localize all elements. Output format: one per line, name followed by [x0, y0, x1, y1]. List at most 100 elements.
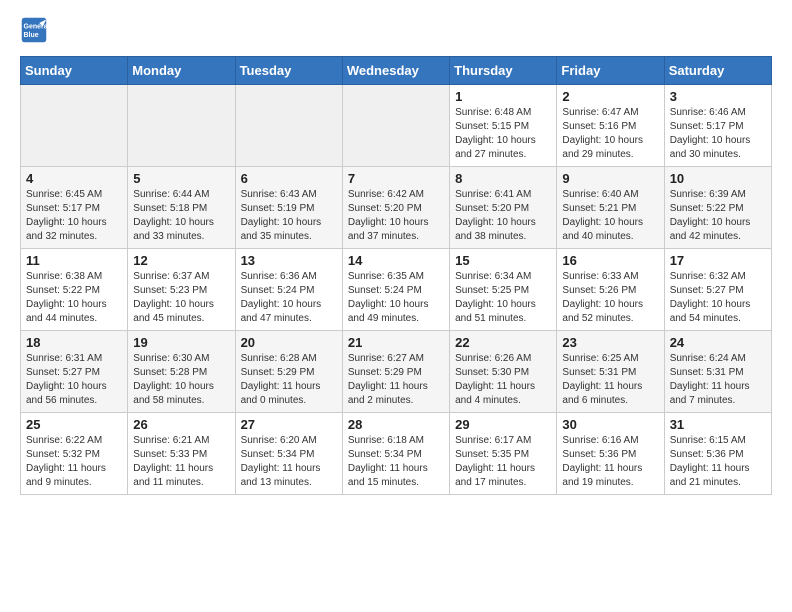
calendar-cell: 8Sunrise: 6:41 AM Sunset: 5:20 PM Daylig…: [450, 167, 557, 249]
day-info: Sunrise: 6:46 AM Sunset: 5:17 PM Dayligh…: [670, 107, 751, 160]
calendar-cell: 1 Sunrise: 6:48 AM Sunset: 5:15 PM Daylig…: [450, 85, 557, 167]
calendar-row-3: 11 Sunrise: 6:38 AM Sunset: 5:22 PM Dayli…: [21, 249, 772, 331]
calendar-cell: 27Sunrise: 6:20 AM Sunset: 5:34 PM Dayli…: [235, 413, 342, 495]
calendar-cell: [342, 85, 449, 167]
calendar-cell: [235, 85, 342, 167]
day-number: 25: [26, 417, 122, 432]
calendar-cell: 28 Sunrise: 6:18 AM Sunset: 5:34 PM Dayli…: [342, 413, 449, 495]
day-number: 8: [455, 171, 551, 186]
calendar-cell: 2 Sunrise: 6:47 AM Sunset: 5:16 PM Daylig…: [557, 85, 664, 167]
day-number: 18: [26, 335, 122, 350]
logo-icon: General Blue: [20, 16, 48, 44]
calendar-cell: 20 Sunrise: 6:28 AM Sunset: 5:29 PM Dayli…: [235, 331, 342, 413]
day-info: Sunrise: 6:18 AM Sunset: 5:34 PM Dayligh…: [348, 435, 428, 488]
weekday-header-row: SundayMondayTuesdayWednesdayThursdayFrid…: [21, 57, 772, 85]
weekday-header-saturday: Saturday: [664, 57, 771, 85]
calendar-cell: 21 Sunrise: 6:27 AM Sunset: 5:29 PM Dayli…: [342, 331, 449, 413]
day-number: 2: [562, 89, 658, 104]
calendar-cell: [128, 85, 235, 167]
day-info: Sunrise: 6:31 AM Sunset: 5:27 PM Dayligh…: [26, 353, 107, 406]
calendar-cell: 25 Sunrise: 6:22 AM Sunset: 5:32 PM Dayli…: [21, 413, 128, 495]
day-info: Sunrise: 6:34 AM Sunset: 5:25 PM Dayligh…: [455, 271, 536, 324]
calendar-cell: 19 Sunrise: 6:30 AM Sunset: 5:28 PM Dayli…: [128, 331, 235, 413]
weekday-header-wednesday: Wednesday: [342, 57, 449, 85]
day-number: 19: [133, 335, 229, 350]
day-info: Sunrise: 6:28 AM Sunset: 5:29 PM Dayligh…: [241, 353, 321, 406]
day-info: Sunrise: 6:44 AM Sunset: 5:18 PM Dayligh…: [133, 189, 214, 242]
day-number: 4: [26, 171, 122, 186]
svg-text:General: General: [24, 23, 49, 30]
day-number: 5: [133, 171, 229, 186]
calendar-cell: 11 Sunrise: 6:38 AM Sunset: 5:22 PM Dayli…: [21, 249, 128, 331]
calendar-cell: 4 Sunrise: 6:45 AM Sunset: 5:17 PM Daylig…: [21, 167, 128, 249]
calendar-cell: 18 Sunrise: 6:31 AM Sunset: 5:27 PM Dayli…: [21, 331, 128, 413]
page-header: General Blue: [20, 16, 772, 44]
day-number: 13: [241, 253, 337, 268]
calendar-table: SundayMondayTuesdayWednesdayThursdayFrid…: [20, 56, 772, 495]
day-info: Sunrise: 6:22 AM Sunset: 5:32 PM Dayligh…: [26, 435, 106, 488]
weekday-header-sunday: Sunday: [21, 57, 128, 85]
day-number: 12: [133, 253, 229, 268]
day-number: 17: [670, 253, 766, 268]
day-info: Sunrise: 6:36 AM Sunset: 5:24 PM Dayligh…: [241, 271, 322, 324]
day-info: Sunrise: 6:24 AM Sunset: 5:31 PM Dayligh…: [670, 353, 750, 406]
day-number: 21: [348, 335, 444, 350]
svg-text:Blue: Blue: [24, 32, 39, 39]
day-info: Sunrise: 6:42 AM Sunset: 5:20 PM Dayligh…: [348, 189, 429, 242]
day-number: 11: [26, 253, 122, 268]
calendar-row-4: 18 Sunrise: 6:31 AM Sunset: 5:27 PM Dayli…: [21, 331, 772, 413]
calendar-row-2: 4 Sunrise: 6:45 AM Sunset: 5:17 PM Daylig…: [21, 167, 772, 249]
day-number: 6: [241, 171, 337, 186]
calendar-row-5: 25 Sunrise: 6:22 AM Sunset: 5:32 PM Dayli…: [21, 413, 772, 495]
calendar-cell: 10 Sunrise: 6:39 AM Sunset: 5:22 PM Dayli…: [664, 167, 771, 249]
calendar-cell: 15Sunrise: 6:34 AM Sunset: 5:25 PM Dayli…: [450, 249, 557, 331]
day-number: 29: [455, 417, 551, 432]
weekday-header-tuesday: Tuesday: [235, 57, 342, 85]
day-info: Sunrise: 6:39 AM Sunset: 5:22 PM Dayligh…: [670, 189, 751, 242]
day-number: 24: [670, 335, 766, 350]
day-number: 14: [348, 253, 444, 268]
day-info: Sunrise: 6:32 AM Sunset: 5:27 PM Dayligh…: [670, 271, 751, 324]
day-info: Sunrise: 6:45 AM Sunset: 5:17 PM Dayligh…: [26, 189, 107, 242]
day-info: Sunrise: 6:48 AM Sunset: 5:15 PM Dayligh…: [455, 107, 536, 160]
day-info: Sunrise: 6:37 AM Sunset: 5:23 PM Dayligh…: [133, 271, 214, 324]
calendar-cell: 12 Sunrise: 6:37 AM Sunset: 5:23 PM Dayli…: [128, 249, 235, 331]
day-number: 16: [562, 253, 658, 268]
day-number: 28: [348, 417, 444, 432]
day-number: 1: [455, 89, 551, 104]
calendar-cell: 31Sunrise: 6:15 AM Sunset: 5:36 PM Dayli…: [664, 413, 771, 495]
day-info: Sunrise: 6:27 AM Sunset: 5:29 PM Dayligh…: [348, 353, 428, 406]
calendar-cell: 29 Sunrise: 6:17 AM Sunset: 5:35 PM Dayli…: [450, 413, 557, 495]
calendar-cell: 6 Sunrise: 6:43 AM Sunset: 5:19 PM Daylig…: [235, 167, 342, 249]
calendar-cell: 5 Sunrise: 6:44 AM Sunset: 5:18 PM Daylig…: [128, 167, 235, 249]
day-info: Sunrise: 6:17 AM Sunset: 5:35 PM Dayligh…: [455, 435, 535, 488]
day-info: Sunrise: 6:33 AM Sunset: 5:26 PM Dayligh…: [562, 271, 643, 324]
calendar-cell: 17 Sunrise: 6:32 AM Sunset: 5:27 PM Dayli…: [664, 249, 771, 331]
logo: General Blue: [20, 16, 52, 44]
day-number: 3: [670, 89, 766, 104]
day-number: 10: [670, 171, 766, 186]
day-info: Sunrise: 6:20 AM Sunset: 5:34 PM Dayligh…: [241, 435, 321, 488]
calendar-cell: 30 Sunrise: 6:16 AM Sunset: 5:36 PM Dayli…: [557, 413, 664, 495]
day-info: Sunrise: 6:30 AM Sunset: 5:28 PM Dayligh…: [133, 353, 214, 406]
weekday-header-thursday: Thursday: [450, 57, 557, 85]
day-info: Sunrise: 6:43 AM Sunset: 5:19 PM Dayligh…: [241, 189, 322, 242]
day-info: Sunrise: 6:25 AM Sunset: 5:31 PM Dayligh…: [562, 353, 642, 406]
day-info: Sunrise: 6:38 AM Sunset: 5:22 PM Dayligh…: [26, 271, 107, 324]
day-number: 31: [670, 417, 766, 432]
calendar-cell: 14Sunrise: 6:35 AM Sunset: 5:24 PM Dayli…: [342, 249, 449, 331]
day-info: Sunrise: 6:26 AM Sunset: 5:30 PM Dayligh…: [455, 353, 535, 406]
day-number: 30: [562, 417, 658, 432]
calendar-cell: 24 Sunrise: 6:24 AM Sunset: 5:31 PM Dayli…: [664, 331, 771, 413]
day-number: 22: [455, 335, 551, 350]
calendar-cell: 26Sunrise: 6:21 AM Sunset: 5:33 PM Dayli…: [128, 413, 235, 495]
day-number: 20: [241, 335, 337, 350]
day-info: Sunrise: 6:16 AM Sunset: 5:36 PM Dayligh…: [562, 435, 642, 488]
day-number: 7: [348, 171, 444, 186]
calendar-cell: [21, 85, 128, 167]
calendar-cell: 3 Sunrise: 6:46 AM Sunset: 5:17 PM Daylig…: [664, 85, 771, 167]
calendar-cell: 13 Sunrise: 6:36 AM Sunset: 5:24 PM Dayli…: [235, 249, 342, 331]
day-info: Sunrise: 6:47 AM Sunset: 5:16 PM Dayligh…: [562, 107, 643, 160]
calendar-row-1: 1 Sunrise: 6:48 AM Sunset: 5:15 PM Daylig…: [21, 85, 772, 167]
day-info: Sunrise: 6:40 AM Sunset: 5:21 PM Dayligh…: [562, 189, 643, 242]
